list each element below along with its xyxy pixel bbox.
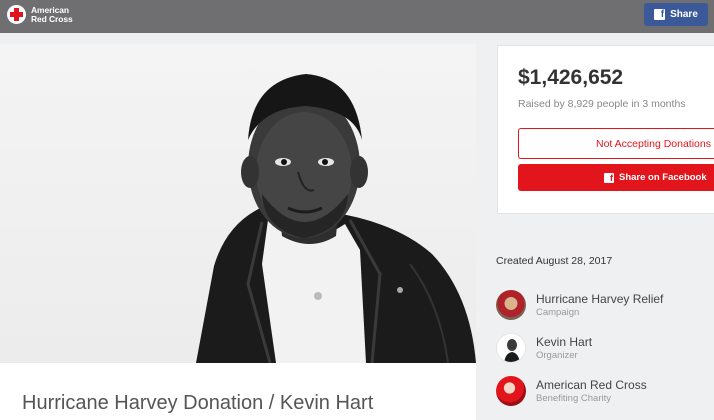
- person-name: Kevin Hart: [536, 335, 593, 349]
- created-date: Created August 28, 2017: [496, 255, 613, 267]
- logo-text: American Red Cross: [31, 5, 73, 24]
- red-cross-logo[interactable]: American Red Cross: [7, 5, 73, 24]
- person-role: Benefiting Charity: [536, 393, 611, 404]
- raised-summary: Raised by 8,929 people in 3 months: [518, 98, 686, 110]
- campaign-title: Hurricane Harvey Donation / Kevin Hart: [22, 392, 374, 414]
- person-name: Hurricane Harvey Relief: [536, 292, 664, 306]
- person-campaign[interactable]: Hurricane Harvey Relief Campaign: [496, 290, 714, 322]
- person-role: Campaign: [536, 307, 580, 318]
- red-cross-icon: [7, 5, 26, 24]
- top-bar: American Red Cross f Share: [0, 0, 714, 33]
- avatar: [496, 290, 526, 320]
- person-charity[interactable]: American Red Cross Benefiting Charity: [496, 376, 714, 408]
- campaign-photo: [0, 44, 476, 363]
- donation-card: $1,426,652 Raised by 8,929 people in 3 m…: [497, 45, 714, 214]
- facebook-icon: f: [604, 172, 614, 183]
- organizer-avatar-image: [504, 339, 520, 362]
- not-accepting-donations-button[interactable]: Not Accepting Donations: [518, 128, 714, 159]
- not-accepting-label: Not Accepting Donations: [596, 137, 711, 150]
- amount-raised: $1,426,652: [518, 66, 624, 89]
- share-button[interactable]: f Share: [644, 3, 708, 26]
- share-on-facebook-label: Share on Facebook: [619, 172, 707, 183]
- person-role: Organizer: [536, 350, 578, 361]
- facebook-icon: f: [654, 9, 666, 20]
- title-card: Hurricane Harvey Donation / Kevin Hart: [0, 363, 476, 420]
- share-button-label: Share: [670, 9, 698, 20]
- logo-line-2: Red Cross: [31, 13, 73, 24]
- avatar: [496, 376, 526, 406]
- avatar: [496, 333, 526, 363]
- person-name: American Red Cross: [536, 378, 647, 392]
- share-on-facebook-button[interactable]: f Share on Facebook: [518, 164, 714, 191]
- portrait-image: [196, 74, 476, 363]
- person-organizer[interactable]: Kevin Hart Organizer: [496, 333, 714, 365]
